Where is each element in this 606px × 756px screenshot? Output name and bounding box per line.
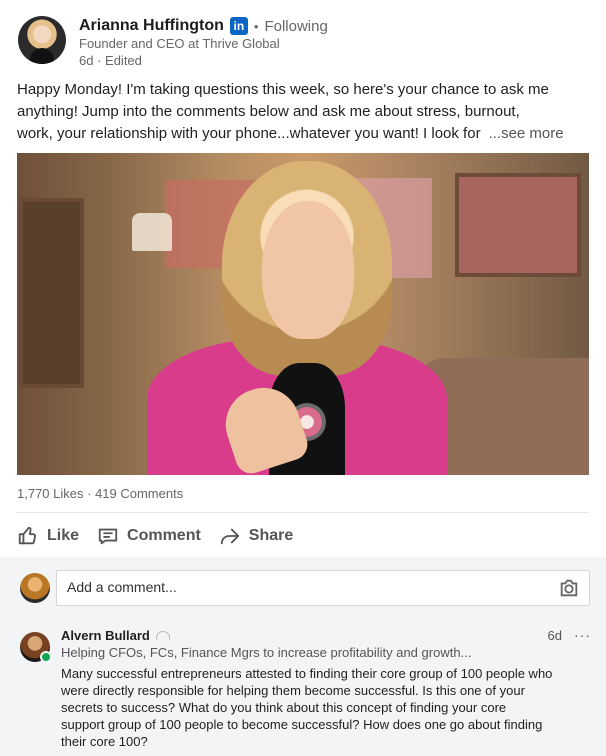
likes-count[interactable]: 1,770 Likes [17, 486, 84, 501]
post-header: Arianna Huffington in • Following Founde… [18, 14, 588, 70]
follow-status[interactable]: Following [264, 18, 327, 35]
author-row: Arianna Huffington in • Following [79, 15, 328, 37]
commenter-name[interactable]: Alvern Bullard [61, 628, 150, 643]
comment-body: Many successful entrepreneurs attested t… [61, 665, 591, 750]
edited-label: Edited [105, 53, 142, 68]
share-button[interactable]: Share [219, 525, 293, 547]
comment-text-line: secrets to success? What do you think ab… [61, 700, 507, 715]
current-user-avatar[interactable] [20, 573, 50, 603]
author-headline: Founder and CEO at Thrive Global [79, 36, 280, 51]
post-actions: Like Comment Share [17, 520, 293, 552]
author-avatar[interactable] [18, 16, 66, 64]
post-text-line: work, your relationship with your phone.… [17, 125, 564, 142]
speaker-face [262, 201, 354, 339]
comment-text-line: Many successful entrepreneurs attested t… [61, 666, 553, 681]
share-arrow-icon [220, 528, 239, 545]
background-lamp [132, 213, 172, 251]
comment-age: 6d [547, 627, 562, 643]
author-name[interactable]: Arianna Huffington [79, 17, 224, 35]
online-status-icon [40, 651, 52, 663]
post-text: Happy Monday! I'm taking questions this … [17, 79, 592, 145]
comments-count[interactable]: 419 Comments [95, 486, 183, 501]
more-icon[interactable]: ··· [574, 627, 591, 643]
comment-meta: 6d ··· [548, 627, 591, 643]
like-button[interactable]: Like [17, 525, 79, 547]
post-video[interactable] [17, 153, 589, 475]
comment-box[interactable] [56, 570, 590, 606]
commenter-name-wrap: Alvern Bullard [61, 628, 170, 643]
comment-text-line: their core 100? [61, 734, 148, 749]
engagement-counts: 1,770 Likes · 419 Comments [17, 486, 184, 501]
post-age: 6d [79, 53, 94, 68]
comment-icon [98, 528, 118, 545]
thumb-up-icon [18, 526, 36, 545]
comment-label: Comment [127, 527, 201, 544]
camera-icon[interactable] [558, 578, 580, 598]
share-label: Share [248, 527, 294, 544]
see-more-link[interactable]: ...see more [489, 125, 564, 142]
background-painting [455, 173, 581, 277]
comments-section: Alvern Bullard 6d ··· Helping CFOs, FCs,… [0, 557, 606, 756]
post-text-line: Happy Monday! I'm taking questions this … [17, 81, 549, 98]
separator-dot: • [253, 18, 259, 34]
comment-input[interactable] [67, 579, 517, 595]
divider [17, 512, 589, 513]
commenter-headline: Helping CFOs, FCs, Finance Mgrs to incre… [61, 645, 472, 660]
post-meta: 6d · Edited [79, 53, 142, 68]
comment: Alvern Bullard 6d ··· Helping CFOs, FCs,… [61, 627, 591, 750]
comment-text-line: support group of 100 people to become su… [61, 717, 543, 732]
cloud-icon [155, 630, 170, 640]
background-frame [19, 198, 84, 388]
like-label: Like [47, 527, 80, 544]
comment-button[interactable]: Comment [97, 525, 201, 547]
comment-text-line: were directly responsible for helping th… [61, 683, 525, 698]
post-text-line: anything! Jump into the comments below a… [17, 103, 520, 120]
comment-header: Alvern Bullard 6d ··· [61, 627, 591, 643]
linkedin-icon: in [229, 17, 248, 35]
